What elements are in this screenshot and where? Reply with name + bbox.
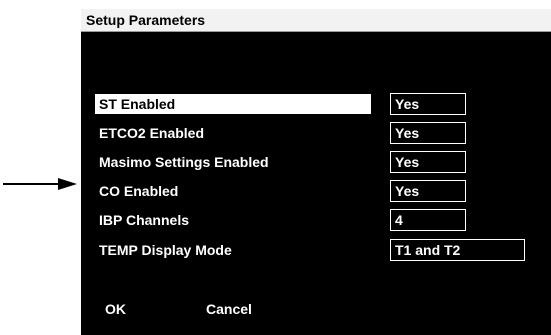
co-enabled-value[interactable]: Yes — [390, 180, 466, 202]
setup-parameters-dialog: Setup Parameters ST Enabled Yes ETCO2 En… — [81, 9, 551, 335]
masimo-settings-enabled-value[interactable]: Yes — [390, 151, 466, 173]
temp-display-mode-value[interactable]: T1 and T2 — [390, 239, 525, 261]
etco2-enabled-value[interactable]: Yes — [390, 122, 466, 144]
co-enabled-label[interactable]: CO Enabled — [99, 181, 178, 201]
ok-button[interactable]: OK — [105, 299, 126, 319]
arrow-right-icon — [3, 178, 77, 190]
ibp-channels-label[interactable]: IBP Channels — [99, 210, 189, 230]
st-enabled-value[interactable]: Yes — [390, 93, 466, 115]
ibp-channels-value[interactable]: 4 — [390, 209, 466, 231]
cancel-button[interactable]: Cancel — [206, 299, 252, 319]
masimo-settings-enabled-label[interactable]: Masimo Settings Enabled — [99, 152, 269, 172]
dialog-title: Setup Parameters — [86, 12, 206, 28]
etco2-enabled-label[interactable]: ETCO2 Enabled — [99, 123, 204, 143]
temp-display-mode-label[interactable]: TEMP Display Mode — [99, 240, 232, 260]
title-bar: Setup Parameters — [81, 9, 551, 32]
st-enabled-label[interactable]: ST Enabled — [95, 94, 371, 114]
